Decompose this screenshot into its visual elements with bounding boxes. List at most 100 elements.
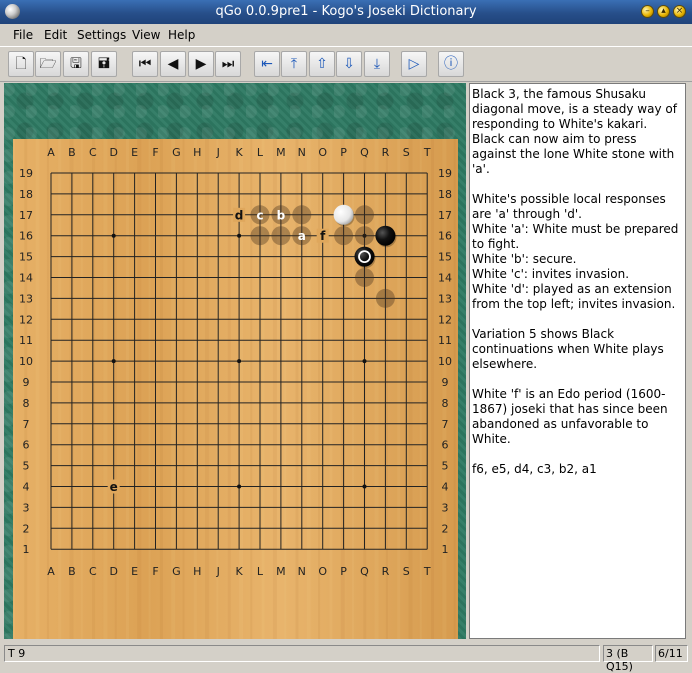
column-label-top: D <box>109 146 117 159</box>
column-label-top: O <box>318 146 327 159</box>
row-label-right: 11 <box>438 334 452 347</box>
hoshi-point <box>111 233 116 238</box>
row-label-right: 9 <box>442 376 449 389</box>
ghost-stone[interactable] <box>355 226 374 246</box>
next-move-button[interactable]: ▶ <box>188 51 214 77</box>
board-letter-label[interactable]: f <box>320 229 326 243</box>
column-label-top: K <box>235 146 243 159</box>
row-label-left: 6 <box>23 439 30 452</box>
menu-file[interactable]: File <box>13 28 33 42</box>
comment-pane[interactable]: Black 3, the famous Shusaku diagonal mov… <box>469 83 686 639</box>
wood-grain <box>148 139 151 639</box>
board-letter-label[interactable]: a <box>298 229 306 243</box>
row-label-right: 19 <box>438 167 452 180</box>
open-file-button[interactable]: 🗁 <box>35 51 61 77</box>
skip-to-start-icon: ⏮ <box>138 56 152 72</box>
column-label-top: P <box>340 146 347 159</box>
row-label-left: 19 <box>19 167 33 180</box>
column-label-bottom: H <box>193 565 201 578</box>
variation-up-button[interactable]: ⇧ <box>309 51 335 77</box>
open-folder-icon: 🗁 <box>39 56 57 72</box>
comment-paragraph-4: White 'f' is an Edo period (1600-1867) j… <box>472 387 668 446</box>
prev-variation-button[interactable]: ⇤ <box>254 51 280 77</box>
column-label-bottom: T <box>423 565 431 578</box>
go-board[interactable]: A A B B C C D D E E F F G G H H J J K K L L M M N N O O P P Q Q R R S S T T 19… <box>13 139 458 639</box>
row-label-left: 10 <box>19 355 33 368</box>
main-branch-button[interactable]: ⤒ <box>281 51 307 77</box>
white-stone[interactable] <box>333 204 354 225</box>
save-button[interactable]: 🖫 <box>63 51 89 77</box>
column-label-bottom: D <box>109 565 117 578</box>
close-icon[interactable]: × <box>673 5 686 18</box>
wood-grain <box>46 139 49 639</box>
wood-grain <box>137 139 142 639</box>
ghost-stone[interactable] <box>355 268 374 287</box>
wood-grain <box>13 139 15 639</box>
wood-grain <box>80 139 83 639</box>
wood-grain <box>159 139 163 639</box>
ghost-stone[interactable] <box>292 205 312 225</box>
column-label-bottom: P <box>340 565 347 578</box>
floppy-disk-icon: 🖫 <box>70 56 82 72</box>
wood-grain <box>431 139 435 639</box>
ghost-stone[interactable] <box>355 205 374 225</box>
row-label-left: 5 <box>23 460 30 473</box>
wood-grain <box>329 139 333 639</box>
ghost-stone[interactable] <box>375 288 395 308</box>
row-label-left: 9 <box>23 376 30 389</box>
row-label-right: 12 <box>438 313 452 326</box>
menu-settings[interactable]: Settings <box>77 28 126 42</box>
column-label-top: H <box>193 146 201 159</box>
column-label-bottom: F <box>152 565 158 578</box>
hoshi-point <box>237 233 242 238</box>
row-label-left: 8 <box>23 397 30 410</box>
row-label-right: 8 <box>442 397 449 410</box>
board-svg[interactable]: AABBCCDDEEFFGGHHJJKKLLMMNNOOPPQQRRSSTT19… <box>13 139 458 639</box>
variation-down-button[interactable]: ⇩ <box>336 51 362 77</box>
column-label-bottom: N <box>298 565 306 578</box>
wood-grain <box>126 139 129 639</box>
status-bar: T 9 3 (B Q15) 6/11 <box>0 643 692 673</box>
toolbar: 🗋 🗁 🖫 🖬 ⏮ ◀ ▶ ⏭ ⇤ ⤒ ⇧ ⇩ ⤓ ▷ ⓘ <box>0 46 692 82</box>
row-label-left: 3 <box>23 501 30 514</box>
next-branch-button[interactable]: ⤓ <box>364 51 390 77</box>
status-variation: 6/11 <box>655 645 688 662</box>
column-label-bottom: Q <box>360 565 369 578</box>
maximize-icon[interactable]: ▴ <box>657 5 670 18</box>
board-letter-label[interactable]: e <box>110 480 118 494</box>
board-letter-label[interactable]: d <box>235 208 244 222</box>
row-label-left: 1 <box>23 543 30 556</box>
ghost-stone[interactable] <box>250 226 270 246</box>
comment-paragraph-5: f6, e5, d4, c3, b2, a1 <box>472 462 597 476</box>
black-stone[interactable] <box>375 225 396 246</box>
play-button[interactable]: ▷ <box>401 51 427 77</box>
black-stone[interactable] <box>354 246 375 267</box>
row-label-right: 2 <box>442 522 449 535</box>
info-button[interactable]: ⓘ <box>438 51 464 77</box>
menu-edit[interactable]: Edit <box>44 28 67 42</box>
board-letter-label[interactable]: b <box>277 208 286 222</box>
ghost-stone[interactable] <box>334 226 354 246</box>
ghost-stone[interactable] <box>271 226 291 246</box>
new-file-button[interactable]: 🗋 <box>8 51 34 77</box>
save-as-button[interactable]: 🖬 <box>91 51 117 77</box>
board-letter-label[interactable]: c <box>256 208 263 222</box>
menu-help[interactable]: Help <box>168 28 195 42</box>
first-move-button[interactable]: ⏮ <box>132 51 158 77</box>
row-label-left: 2 <box>23 522 30 535</box>
wood-grain <box>318 139 321 639</box>
column-label-top: R <box>382 146 390 159</box>
menu-view[interactable]: View <box>132 28 160 42</box>
wood-grain <box>182 139 185 639</box>
previous-move-button[interactable]: ◀ <box>160 51 186 77</box>
last-move-button[interactable]: ⏭ <box>215 51 241 77</box>
minimize-icon[interactable]: – <box>641 5 654 18</box>
row-label-left: 11 <box>19 334 33 347</box>
info-icon: ⓘ <box>444 56 458 72</box>
row-label-right: 17 <box>438 209 452 222</box>
row-label-right: 16 <box>438 230 452 243</box>
row-label-right: 14 <box>438 272 452 285</box>
new-file-icon: 🗋 <box>15 56 27 72</box>
title-bar[interactable]: qGo 0.0.9pre1 - Kogo's Joseki Dictionary… <box>0 0 692 24</box>
menu-bar: File Edit Settings View Help <box>0 24 692 45</box>
